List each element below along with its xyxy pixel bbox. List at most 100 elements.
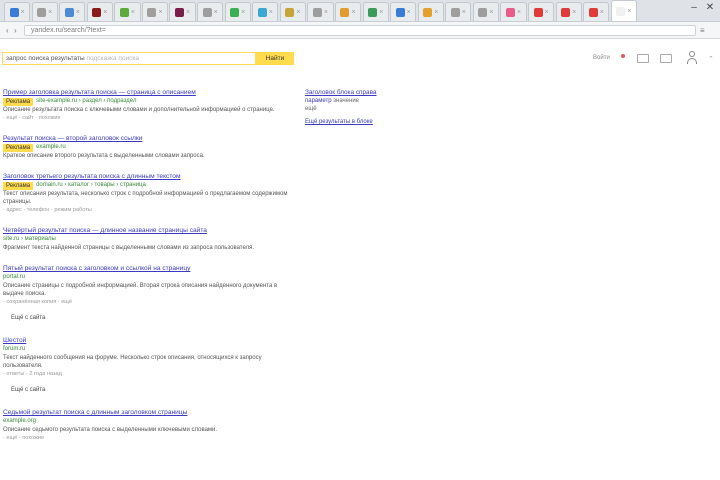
close-window-button[interactable]: ✕ (703, 2, 717, 13)
more-from-site-button[interactable]: Ещё с сайта (7, 313, 49, 324)
result-title[interactable]: Результат поиска — второй заголовок ссыл… (3, 134, 288, 143)
browser-tab[interactable]: × (390, 2, 417, 21)
browser-tab[interactable]: × (86, 2, 113, 21)
browser-tab[interactable]: × (417, 2, 444, 21)
tab-close-icon[interactable]: × (241, 9, 245, 16)
result-snippet: Текст описания результата, несколько стр… (3, 191, 288, 205)
tab-close-icon[interactable]: × (600, 9, 604, 16)
browser-tab[interactable]: × (445, 2, 472, 21)
result-url[interactable]: site.ru › материалы (3, 235, 56, 244)
result-title[interactable]: Заголовок третьего результата поиска с д… (3, 172, 288, 181)
tab-favicon-icon (533, 7, 543, 17)
browser-tab[interactable]: × (114, 2, 141, 21)
user-icon[interactable] (686, 51, 698, 65)
tab-favicon-icon (368, 7, 378, 17)
result-meta[interactable]: · ещё · похожие (3, 434, 288, 442)
browser-tab[interactable]: × (169, 2, 196, 21)
url-field[interactable]: yandex.ru/search/?text= (24, 25, 696, 36)
browser-tab[interactable]: × (252, 2, 279, 21)
result-url-row: Реклама site-example.ru › раздел › подраз… (3, 97, 288, 106)
back-icon[interactable]: ‹ (6, 26, 9, 35)
more-from-site-button[interactable]: Ещё с сайта (7, 385, 49, 396)
minimize-button[interactable]: – (687, 2, 701, 13)
tab-close-icon[interactable]: × (158, 9, 162, 16)
result-url[interactable]: forum.ru (3, 345, 25, 354)
result-meta[interactable]: · сохранённая копия · ещё (3, 298, 288, 306)
browser-tab[interactable]: × (583, 2, 610, 21)
tab-close-icon[interactable]: × (407, 9, 411, 16)
browser-tab[interactable]: × (334, 2, 362, 21)
tab-favicon-icon (285, 7, 295, 17)
tab-close-icon[interactable]: × (131, 9, 135, 16)
tab-close-icon[interactable]: × (517, 9, 521, 16)
result-title[interactable]: Седьмой результат поиска с длинным загол… (3, 408, 288, 417)
browser-tab[interactable]: × (362, 2, 389, 21)
search-input[interactable]: запрос поиска результаты подсказка поиск… (2, 52, 256, 65)
search-result: Результат поиска — второй заголовок ссыл… (3, 134, 288, 160)
tab-close-icon[interactable]: × (76, 9, 80, 16)
tab-favicon-icon (395, 7, 405, 17)
search-button[interactable]: Найти (256, 52, 294, 65)
browser-tab[interactable]: × (141, 2, 169, 21)
result-meta[interactable]: · ответы · 2 года назад (3, 370, 288, 378)
browser-tab[interactable]: × (472, 2, 500, 21)
login-link[interactable]: Войти (593, 55, 610, 61)
right-panel-title[interactable]: Заголовок блока справа (305, 88, 475, 97)
browser-tab[interactable]: × (279, 2, 306, 21)
browser-tab[interactable]: × (59, 2, 86, 21)
result-meta[interactable]: · ещё · сайт · похожие (3, 114, 288, 122)
right-panel-row-label[interactable]: параметр (305, 98, 332, 104)
scroll-top-icon[interactable]: ⌃ (708, 55, 714, 63)
result-url[interactable]: example.org (3, 417, 36, 426)
forward-icon[interactable]: › (14, 26, 17, 35)
tab-favicon-icon (478, 7, 488, 17)
tab-close-icon[interactable]: × (462, 9, 466, 16)
right-panel-link[interactable]: Ещё результаты в блоке (305, 118, 475, 126)
browser-tab[interactable]: × (307, 2, 334, 21)
tab-close-icon[interactable]: × (545, 9, 549, 16)
browser-tab[interactable]: × (555, 2, 582, 21)
mail-icon[interactable] (637, 54, 649, 63)
tab-close-icon[interactable]: × (186, 9, 190, 16)
tab-favicon-icon (423, 7, 433, 17)
result-title[interactable]: Пятый результат поиска с заголовком и сс… (3, 264, 288, 273)
tab-close-icon[interactable]: × (627, 8, 631, 15)
tab-close-icon[interactable]: × (324, 9, 328, 16)
tab-close-icon[interactable]: × (269, 9, 273, 16)
tab-close-icon[interactable]: × (572, 9, 576, 16)
tab-close-icon[interactable]: × (489, 9, 493, 16)
browser-tab[interactable]: × (500, 2, 527, 21)
result-meta[interactable]: · адрес · телефон · режим работы (3, 206, 288, 214)
right-panel-row-value: значение (333, 98, 360, 104)
ad-badge: Реклама (3, 181, 34, 190)
result-url[interactable]: example.ru (36, 143, 66, 152)
result-url[interactable]: site-example.ru › раздел › подраздел (36, 97, 136, 106)
browser-tab[interactable]: × (4, 2, 31, 21)
browser-tab[interactable]: × (224, 2, 251, 21)
browser-tab[interactable]: × (610, 0, 637, 21)
tab-close-icon[interactable]: × (434, 9, 438, 16)
tab-close-icon[interactable]: × (296, 9, 300, 16)
result-url[interactable]: domain.ru › каталог › товары › страница (36, 181, 146, 190)
tab-favicon-icon (64, 7, 74, 17)
result-title[interactable]: Шестой (3, 336, 288, 345)
ad-badge: Реклама (3, 143, 34, 152)
tab-favicon-icon (175, 7, 185, 17)
browser-tab[interactable]: × (527, 2, 555, 21)
tab-favicon-icon (9, 7, 19, 17)
tab-close-icon[interactable]: × (379, 9, 383, 16)
result-title[interactable]: Четвёртый результат поиска — длинное наз… (3, 226, 288, 235)
result-title[interactable]: Пример заголовка результата поиска — стр… (3, 88, 288, 97)
search-result: Четвёртый результат поиска — длинное наз… (3, 226, 288, 252)
tab-close-icon[interactable]: × (21, 9, 25, 16)
tab-close-icon[interactable]: × (351, 9, 355, 16)
browser-tab[interactable]: × (197, 2, 224, 21)
tab-favicon-icon (505, 7, 515, 17)
result-url[interactable]: portal.ru (3, 273, 25, 282)
tab-close-icon[interactable]: × (48, 9, 52, 16)
tab-close-icon[interactable]: × (103, 9, 107, 16)
browser-tab[interactable]: × (31, 2, 58, 21)
menu-icon[interactable]: ≡ (700, 26, 705, 35)
tab-close-icon[interactable]: × (214, 9, 218, 16)
apps-icon[interactable] (660, 54, 672, 63)
